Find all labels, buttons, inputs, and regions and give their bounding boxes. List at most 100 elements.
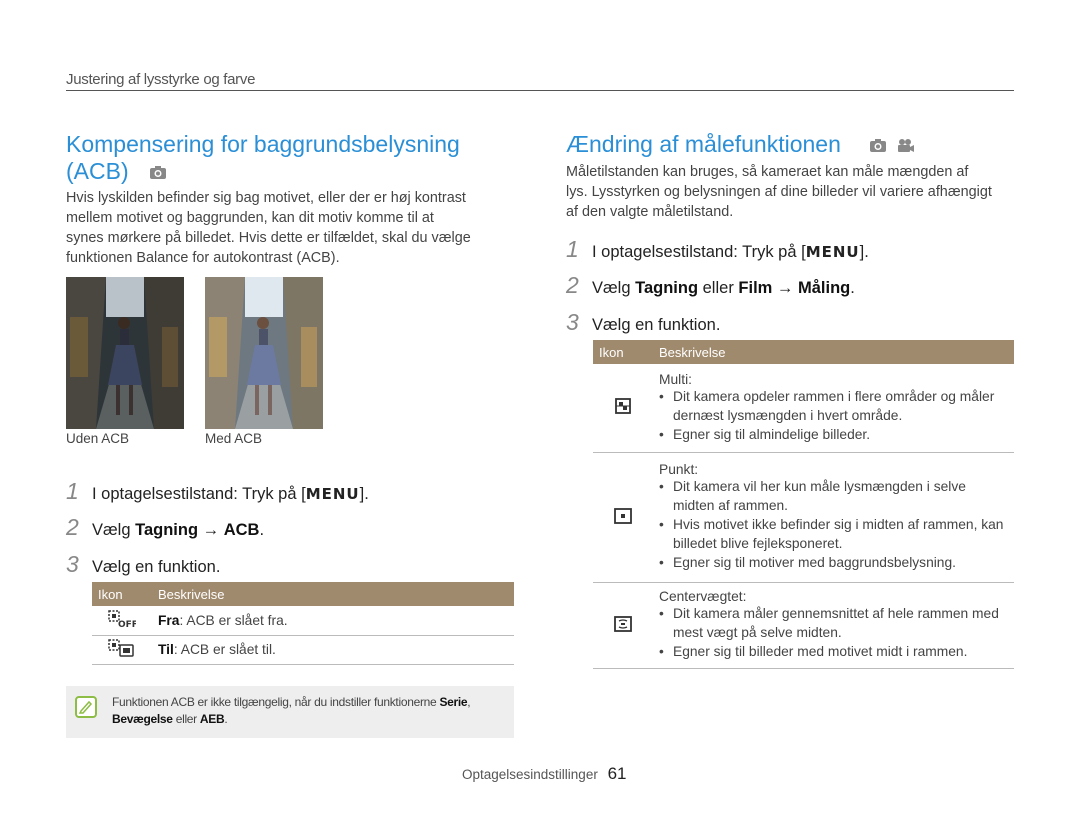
step-text-end: ]. bbox=[359, 485, 369, 503]
note-icon bbox=[75, 696, 97, 718]
multi-metering-icon bbox=[615, 398, 631, 415]
video-camera-icon bbox=[897, 139, 914, 152]
section-title: Justering af lysstyrke og farve bbox=[66, 71, 256, 88]
option-desc: : ACB er slået fra. bbox=[179, 612, 288, 628]
metering-title-text: Ændring af målefunktionen bbox=[566, 131, 841, 157]
bullet: • Egner sig til billeder med motivet midt… bbox=[659, 644, 968, 659]
menu-tagning: Tagning bbox=[135, 521, 199, 539]
svg-text:OFF: OFF bbox=[118, 620, 136, 628]
bullet: • Dit kamera måler gennemsnittet af hele … bbox=[659, 604, 1008, 642]
metering-step-1: 1 I optagelsestilstand: Tryk på [MENU]. bbox=[566, 236, 869, 263]
acb-title: Kompensering for baggrundsbelysning (ACB… bbox=[66, 131, 514, 185]
page-number: 61 bbox=[607, 764, 627, 783]
menu-tagning: Tagning bbox=[635, 279, 699, 297]
arrow: → bbox=[772, 279, 798, 297]
option-name: Multi bbox=[659, 371, 689, 387]
acb-step-2: 2 Vælg Tagning → ACB. bbox=[66, 514, 264, 541]
table-row: Til: ACB er slået til. bbox=[92, 635, 514, 665]
table-row: OFF Fra: ACB er slået fra. bbox=[92, 606, 514, 636]
intro-line: Måletilstanden kan bruges, så kameraet k… bbox=[566, 164, 969, 180]
table-row: Multi: • Dit kamera opdeler rammen i fler… bbox=[593, 364, 1014, 453]
step-text: I optagelsestilstand: Tryk på [ bbox=[592, 243, 806, 261]
page-footer: Optagelsesindstillinger 61 bbox=[462, 764, 627, 784]
intro-line: mellem motivet og baggrunden, kan dit mo… bbox=[66, 210, 434, 226]
step-number: 2 bbox=[566, 272, 579, 298]
step-text-end: . bbox=[850, 279, 855, 297]
step-number: 1 bbox=[66, 478, 79, 504]
note-bevaegelse: Bevægelse bbox=[112, 712, 173, 726]
note-text: Funktionen ACB er ikke tilgængelig, når … bbox=[112, 694, 508, 728]
intro-line: af den valgte måletilstand. bbox=[566, 204, 734, 220]
menu-maaling: Måling bbox=[798, 279, 851, 297]
bullet: • Dit kamera opdeler rammen i flere områd… bbox=[659, 387, 1008, 425]
arrow: → bbox=[198, 521, 224, 539]
intro-line: lys. Lysstyrken og belysningen af dine b… bbox=[566, 184, 992, 200]
step-text: I optagelsestilstand: Tryk på [ bbox=[92, 485, 306, 503]
step-number: 3 bbox=[66, 551, 79, 577]
menu-film: Film bbox=[738, 279, 773, 297]
step-text: Vælg bbox=[92, 521, 136, 539]
table-row: Centervægtet: • Dit kamera måler gennemsn… bbox=[593, 582, 1014, 669]
intro-line: funktionen Balance for autokontrast (ACB… bbox=[66, 250, 340, 266]
option-name: Centervægtet bbox=[659, 589, 743, 604]
footer-label: Optagelsesindstillinger bbox=[462, 767, 598, 782]
bullet-text: Dit kamera måler gennemsnittet af hele r… bbox=[673, 606, 999, 640]
metering-step-2: 2 Vælg Tagning eller Film → Måling. bbox=[566, 272, 855, 299]
note-box: Funktionen ACB er ikke tilgængelig, når … bbox=[66, 686, 514, 738]
step-text: Vælg en funktion. bbox=[592, 316, 721, 334]
bullet-text: Egner sig til motiver med baggrundsbelys… bbox=[673, 555, 956, 570]
bullet: • Egner sig til almindelige billeder. bbox=[659, 426, 871, 442]
menu-acb: ACB bbox=[223, 521, 260, 539]
center-weighted-metering-icon bbox=[614, 615, 632, 632]
acb-on-icon bbox=[108, 639, 134, 657]
note-end: . bbox=[224, 712, 228, 726]
bullet: • Hvis motivet ikke befinder sig i midten… bbox=[659, 515, 1008, 553]
intro-line: Hvis lyskilden befinder sig bag motivet,… bbox=[66, 190, 466, 206]
option-name: Til bbox=[158, 642, 174, 657]
bullet: • Egner sig til motiver med baggrundsbely… bbox=[659, 555, 956, 570]
note-aeb: AEB bbox=[199, 712, 225, 726]
metering-step-3: 3 Vælg en funktion. bbox=[566, 309, 720, 336]
option-name: Fra bbox=[158, 612, 180, 628]
step-text-mid: eller bbox=[698, 279, 739, 297]
metering-title: Ændring af målefunktionen bbox=[566, 131, 1014, 158]
intro-line: synes mørkere på billedet. Hvis dette er… bbox=[66, 230, 471, 246]
bullet-text: Dit kamera vil her kun måle lysmængden i… bbox=[673, 479, 966, 513]
acb-title-line2: (ACB) bbox=[66, 158, 129, 184]
bullet-text: Dit kamera opdeler rammen i flere område… bbox=[673, 388, 995, 423]
menu-key: MENU bbox=[305, 485, 360, 503]
note-text-part: Funktionen ACB er ikke tilgængelig, når … bbox=[112, 695, 440, 709]
header-icon: Ikon bbox=[92, 582, 152, 606]
bullet-text: Egner sig til almindelige billeder. bbox=[673, 426, 871, 442]
camera-icon bbox=[150, 166, 167, 179]
table-header: Ikon Beskrivelse bbox=[92, 582, 514, 606]
acb-title-line1: Kompensering for baggrundsbelysning bbox=[66, 131, 460, 157]
note-text-part: eller bbox=[172, 712, 200, 726]
table-header: Ikon Beskrivelse bbox=[593, 340, 1014, 364]
step-text-end: ]. bbox=[859, 243, 869, 261]
acb-step-1: 1 I optagelsestilstand: Tryk på [MENU]. bbox=[66, 478, 369, 505]
acb-step-3: 3 Vælg en funktion. bbox=[66, 551, 220, 578]
option-desc: : ACB er slået til. bbox=[173, 642, 276, 657]
note-serie: Serie bbox=[439, 695, 468, 709]
bullet: • Dit kamera vil her kun måle lysmængden … bbox=[659, 477, 1008, 515]
note-sep: , bbox=[467, 695, 471, 709]
acb-table: Ikon Beskrivelse OFF Fra: ACB er slået f… bbox=[92, 582, 514, 665]
step-number: 2 bbox=[66, 514, 79, 540]
photo-with-acb bbox=[205, 277, 323, 429]
acb-off-icon: OFF bbox=[108, 610, 138, 630]
header-description: Beskrivelse bbox=[152, 582, 514, 606]
step-number: 1 bbox=[566, 236, 579, 262]
step-text: Vælg en funktion. bbox=[92, 558, 221, 576]
camera-icon bbox=[870, 139, 887, 152]
photo-without-acb bbox=[66, 277, 184, 429]
acb-intro: Hvis lyskilden befinder sig bag motivet,… bbox=[66, 188, 514, 268]
step-text-end: . bbox=[259, 521, 265, 539]
bullet-text: Hvis motivet ikke befinder sig i midten … bbox=[673, 517, 1004, 551]
step-text: Vælg bbox=[592, 279, 636, 297]
step-number: 3 bbox=[566, 309, 579, 335]
spot-metering-icon bbox=[614, 507, 632, 524]
header-description: Beskrivelse bbox=[653, 340, 1014, 364]
metering-table: Ikon Beskrivelse Multi: • Dit kamera opde… bbox=[593, 340, 1014, 669]
menu-key: MENU bbox=[805, 243, 860, 261]
